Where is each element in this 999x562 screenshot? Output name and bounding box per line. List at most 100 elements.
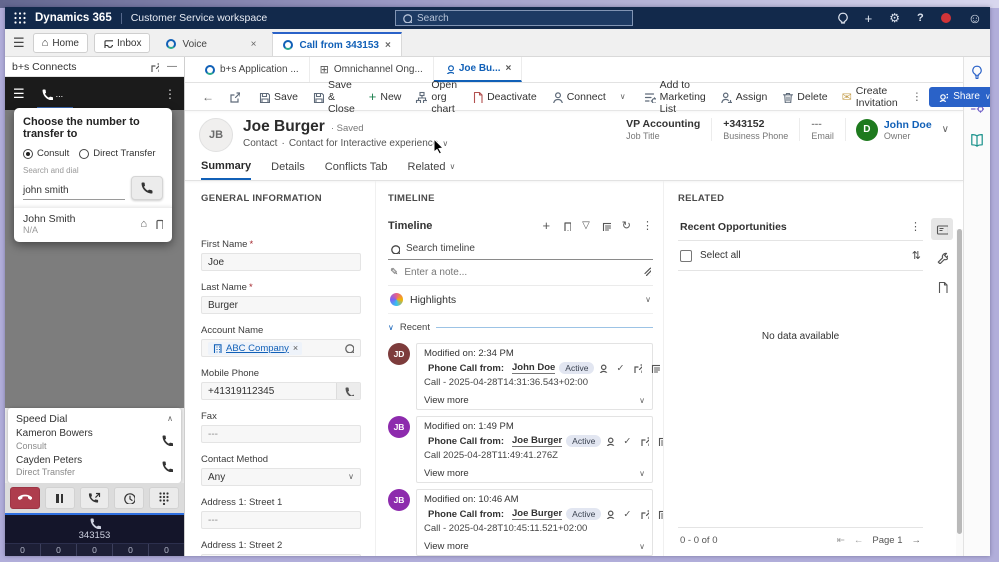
- tab-related[interactable]: Related ∨: [408, 160, 456, 180]
- waffle-menu-icon[interactable]: [13, 11, 27, 25]
- last-name-input[interactable]: Burger: [201, 296, 361, 314]
- activity-person-link[interactable]: Joe Burger: [512, 435, 563, 447]
- email-field[interactable]: --- Email: [800, 118, 846, 141]
- account-chip[interactable]: ABC Company ×: [208, 341, 303, 355]
- fax-input[interactable]: ---: [201, 425, 361, 443]
- quick-create-icon[interactable]: +: [865, 11, 873, 26]
- save-button[interactable]: Save: [251, 83, 305, 110]
- bookmark-icon[interactable]: [561, 221, 572, 231]
- consult-radio[interactable]: Consult: [23, 148, 69, 159]
- close-icon[interactable]: ×: [251, 39, 257, 50]
- account-link[interactable]: ABC Company: [226, 343, 289, 354]
- share-button[interactable]: Share ∨: [929, 86, 990, 107]
- connects-more-icon[interactable]: ⋮: [164, 87, 176, 101]
- open-record-icon[interactable]: [632, 363, 643, 373]
- collapse-icon[interactable]: ∧: [167, 415, 173, 423]
- open-record-icon[interactable]: [639, 436, 650, 446]
- global-search-input[interactable]: Search: [395, 10, 633, 26]
- activity-person-link[interactable]: John Doe: [512, 362, 556, 374]
- minimize-icon[interactable]: —: [167, 61, 177, 72]
- entry-card[interactable]: Modified on: 2:34 PM Phone Call from: Jo…: [416, 343, 661, 410]
- site-map-icon[interactable]: ☰: [13, 35, 25, 51]
- end-call-button[interactable]: [10, 487, 40, 509]
- address-street1-input[interactable]: ---: [201, 511, 361, 529]
- more-icon[interactable]: ⋮: [910, 220, 921, 233]
- popout-icon[interactable]: [149, 62, 159, 72]
- add-note-icon[interactable]: [650, 363, 661, 373]
- new-button[interactable]: + New: [362, 83, 409, 110]
- next-page-icon[interactable]: →: [912, 535, 922, 546]
- help-icon[interactable]: ?: [917, 12, 924, 24]
- filter-icon[interactable]: ▽: [582, 220, 590, 231]
- save-close-button[interactable]: Save & Close: [305, 79, 362, 115]
- app-tab-bs-application[interactable]: b+s Application ...: [195, 57, 310, 82]
- close-activity-icon[interactable]: ✓: [623, 509, 631, 520]
- activity-person-link[interactable]: Joe Burger: [512, 508, 563, 520]
- suggestions-lightbulb-icon[interactable]: [970, 65, 984, 82]
- create-invitation-button[interactable]: ✉ Create Invitation: [835, 83, 905, 110]
- add-to-marketing-list-button[interactable]: Add to Marketing List: [637, 79, 713, 115]
- speed-dial-entry[interactable]: Kameron Bowers Consult: [16, 428, 173, 451]
- view-more-button[interactable]: View more ∨: [424, 392, 645, 406]
- hold-button[interactable]: [44, 487, 75, 509]
- paperclip-icon[interactable]: [641, 266, 656, 279]
- refresh-icon[interactable]: ↻: [622, 219, 631, 232]
- assign-button[interactable]: Assign: [713, 83, 775, 110]
- business-phone-field[interactable]: +343152 Business Phone: [712, 118, 801, 141]
- previous-page-icon[interactable]: ←: [854, 535, 864, 546]
- account-name-lookup[interactable]: ABC Company ×: [201, 339, 361, 357]
- add-record-icon[interactable]: +: [542, 218, 550, 233]
- entry-card[interactable]: Modified on: 10:46 AM Phone Call from: J…: [416, 489, 663, 556]
- call-icon[interactable]: [161, 434, 173, 447]
- presence-indicator[interactable]: [940, 13, 951, 23]
- inbox-session-button[interactable]: Inbox: [94, 33, 151, 53]
- user-avatar[interactable]: ☺: [968, 10, 982, 26]
- search-icon[interactable]: [344, 343, 354, 353]
- call-history-button[interactable]: [114, 487, 145, 509]
- connect-button[interactable]: Connect: [544, 83, 613, 110]
- tools-button[interactable]: [931, 247, 953, 269]
- connect-flyout-button[interactable]: ∨: [613, 83, 633, 110]
- close-icon[interactable]: ×: [506, 63, 512, 74]
- click-to-call-button[interactable]: [336, 383, 360, 399]
- form-selector[interactable]: Contact for Interactive experience: [289, 138, 439, 149]
- view-more-button[interactable]: View more ∨: [424, 538, 645, 552]
- speed-dial-entry[interactable]: Cayden Peters Direct Transfer: [16, 455, 173, 478]
- tab-details[interactable]: Details: [271, 160, 305, 180]
- vertical-scrollbar[interactable]: [956, 229, 963, 556]
- owner-name-link[interactable]: John Doe: [884, 119, 932, 131]
- lightbulb-icon[interactable]: [836, 12, 848, 24]
- form-switcher-button[interactable]: [221, 83, 247, 110]
- document-button[interactable]: [931, 276, 953, 298]
- timeline-search-input[interactable]: Search timeline: [388, 238, 653, 260]
- more-icon[interactable]: ⋮: [642, 219, 653, 232]
- more-commands-button[interactable]: ⋮: [905, 83, 930, 110]
- card-view-button[interactable]: [931, 218, 953, 240]
- mobile-phone-input[interactable]: +41319112345: [201, 382, 361, 400]
- close-icon[interactable]: ×: [385, 40, 391, 51]
- delete-button[interactable]: Delete: [774, 83, 834, 110]
- recent-group-header[interactable]: ∨ Recent: [388, 322, 653, 333]
- remove-icon[interactable]: ×: [293, 343, 298, 353]
- first-name-input[interactable]: Joe: [201, 253, 361, 271]
- connects-menu-icon[interactable]: ☰: [13, 86, 25, 102]
- job-title-field[interactable]: VP Accounting Job Title: [615, 118, 713, 141]
- first-page-icon[interactable]: ⇤: [837, 535, 845, 546]
- knowledge-book-icon[interactable]: [970, 133, 984, 150]
- contact-method-select[interactable]: Any ∨: [201, 468, 361, 486]
- search-result-item[interactable]: John Smith N/A ⌂: [14, 207, 172, 242]
- assign-icon[interactable]: [605, 436, 616, 446]
- entry-card[interactable]: Modified on: 1:49 PM Phone Call from: Jo…: [416, 416, 663, 483]
- session-tab-call[interactable]: Call from 343153 ×: [272, 32, 402, 56]
- expand-records-icon[interactable]: [601, 221, 611, 231]
- assign-icon[interactable]: [598, 363, 609, 373]
- open-org-chart-button[interactable]: Open org chart: [408, 79, 464, 115]
- address-street2-input[interactable]: ---: [201, 554, 361, 556]
- close-activity-icon[interactable]: ✓: [623, 436, 631, 447]
- mobile-phone-icon[interactable]: [153, 219, 163, 229]
- view-more-button[interactable]: View more ∨: [424, 465, 645, 479]
- direct-transfer-radio[interactable]: Direct Transfer: [79, 148, 156, 159]
- owner-field[interactable]: D John Doe Owner: [846, 118, 942, 141]
- home-session-button[interactable]: ⌂ Home: [32, 33, 88, 53]
- call-icon[interactable]: [161, 460, 173, 473]
